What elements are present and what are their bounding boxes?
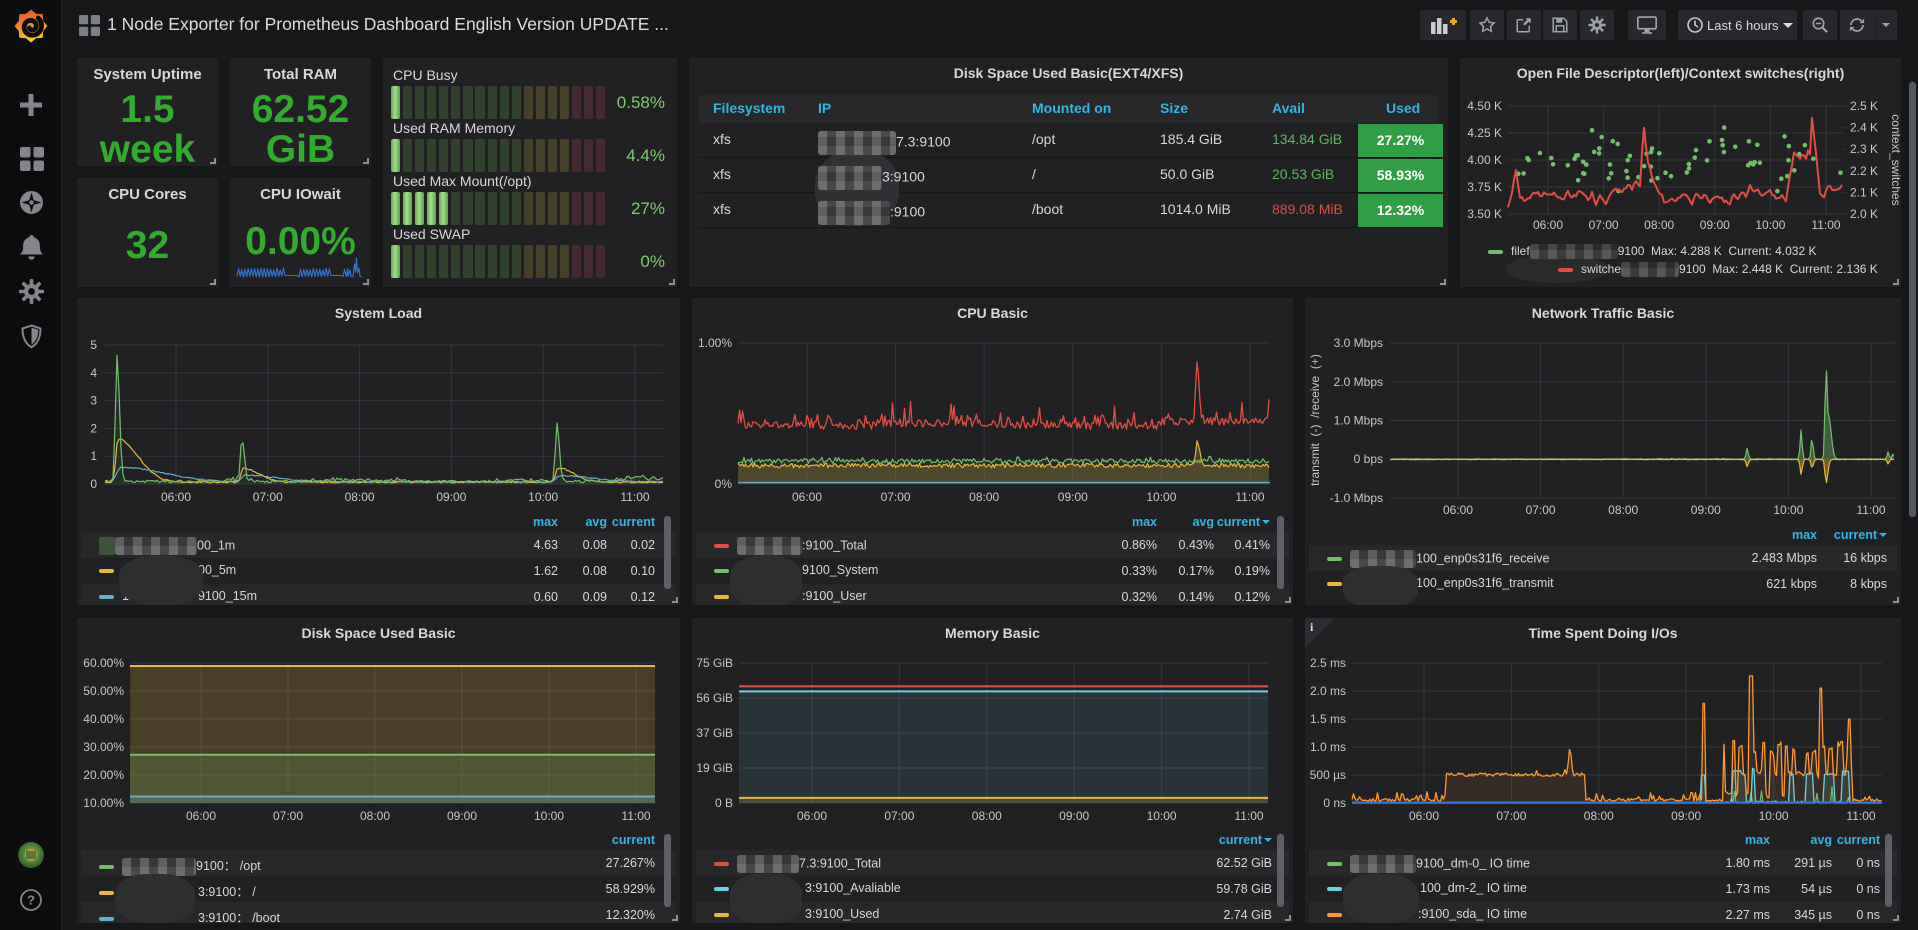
svg-text:09:00: 09:00 xyxy=(1700,218,1730,232)
svg-text:07:00: 07:00 xyxy=(1589,218,1619,232)
svg-text:75 GiB: 75 GiB xyxy=(696,656,733,670)
svg-text:10:00: 10:00 xyxy=(1147,809,1177,823)
svg-text:0: 0 xyxy=(90,477,97,491)
svg-text:2.5 K: 2.5 K xyxy=(1850,99,1878,113)
svg-text:2.0 K: 2.0 K xyxy=(1850,207,1878,221)
svg-text:11:00: 11:00 xyxy=(621,809,650,823)
svg-text:11:00: 11:00 xyxy=(1811,218,1840,232)
svg-text:2: 2 xyxy=(90,421,97,435)
svg-text:1.0 Mbps: 1.0 Mbps xyxy=(1334,414,1383,428)
svg-text:4.00 K: 4.00 K xyxy=(1467,153,1502,167)
svg-text:1.5 ms: 1.5 ms xyxy=(1310,712,1346,726)
svg-text:40.00%: 40.00% xyxy=(83,712,124,726)
svg-text:09:00: 09:00 xyxy=(436,490,466,504)
svg-text:11:00: 11:00 xyxy=(620,490,649,504)
svg-text:09:00: 09:00 xyxy=(1058,490,1088,504)
svg-text:08:00: 08:00 xyxy=(969,490,999,504)
svg-text:1.00%: 1.00% xyxy=(698,336,732,350)
svg-text:20.00%: 20.00% xyxy=(83,768,124,782)
svg-text:09:00: 09:00 xyxy=(447,809,477,823)
svg-text:1: 1 xyxy=(90,449,97,463)
svg-text:4.25 K: 4.25 K xyxy=(1467,126,1502,140)
svg-text:30.00%: 30.00% xyxy=(83,740,124,754)
svg-text:10:00: 10:00 xyxy=(1773,503,1803,517)
svg-text:2.0 Mbps: 2.0 Mbps xyxy=(1334,375,1383,389)
svg-text:4: 4 xyxy=(90,366,97,380)
svg-text:11:00: 11:00 xyxy=(1234,809,1263,823)
svg-text:06:00: 06:00 xyxy=(161,490,191,504)
svg-text:06:00: 06:00 xyxy=(186,809,216,823)
svg-text:0 bps: 0 bps xyxy=(1354,452,1383,466)
svg-text:10:00: 10:00 xyxy=(534,809,564,823)
svg-text:500 µs: 500 µs xyxy=(1310,768,1346,782)
svg-text:08:00: 08:00 xyxy=(1584,809,1614,823)
svg-text:2.5 ms: 2.5 ms xyxy=(1310,656,1346,670)
svg-text:07:00: 07:00 xyxy=(273,809,303,823)
svg-text:3.75 K: 3.75 K xyxy=(1467,180,1502,194)
svg-text:4.50 K: 4.50 K xyxy=(1467,99,1502,113)
svg-text:07:00: 07:00 xyxy=(884,809,914,823)
svg-text:3: 3 xyxy=(90,394,97,408)
svg-text:0%: 0% xyxy=(715,477,733,491)
svg-text:1.0 ms: 1.0 ms xyxy=(1310,740,1346,754)
svg-text:10:00: 10:00 xyxy=(1759,809,1789,823)
svg-text:10:00: 10:00 xyxy=(1146,490,1176,504)
svg-text:07:00: 07:00 xyxy=(881,490,911,504)
svg-text:06:00: 06:00 xyxy=(1409,809,1439,823)
svg-text:10:00: 10:00 xyxy=(528,490,558,504)
svg-text:2.0 ms: 2.0 ms xyxy=(1310,684,1346,698)
svg-text:11:00: 11:00 xyxy=(1856,503,1885,517)
svg-text:11:00: 11:00 xyxy=(1235,490,1264,504)
svg-text:11:00: 11:00 xyxy=(1846,809,1875,823)
svg-text:10:00: 10:00 xyxy=(1755,218,1785,232)
svg-text:50.00%: 50.00% xyxy=(83,684,124,698)
svg-text:09:00: 09:00 xyxy=(1059,809,1089,823)
svg-text:2.4 K: 2.4 K xyxy=(1850,121,1878,135)
svg-text:60.00%: 60.00% xyxy=(83,656,124,670)
svg-text:56 GiB: 56 GiB xyxy=(696,691,733,705)
svg-text:08:00: 08:00 xyxy=(1644,218,1674,232)
svg-text:-1.0 Mbps: -1.0 Mbps xyxy=(1330,491,1383,505)
svg-text:07:00: 07:00 xyxy=(253,490,283,504)
svg-text:0 B: 0 B xyxy=(715,796,733,810)
svg-text:08:00: 08:00 xyxy=(360,809,390,823)
svg-text:2.1 K: 2.1 K xyxy=(1850,185,1878,199)
svg-text:06:00: 06:00 xyxy=(1533,218,1563,232)
svg-text:07:00: 07:00 xyxy=(1526,503,1556,517)
svg-text:10.00%: 10.00% xyxy=(83,796,124,810)
svg-text:06:00: 06:00 xyxy=(797,809,827,823)
svg-text:2.3 K: 2.3 K xyxy=(1850,142,1878,156)
svg-text:transmit (-) /receive (+): transmit (-) /receive (+) xyxy=(1308,354,1322,486)
svg-text:5: 5 xyxy=(90,338,97,352)
svg-text:09:00: 09:00 xyxy=(1671,809,1701,823)
svg-text:08:00: 08:00 xyxy=(972,809,1002,823)
svg-text:2.2 K: 2.2 K xyxy=(1850,164,1878,178)
svg-text:06:00: 06:00 xyxy=(1443,503,1473,517)
svg-text:37 GiB: 37 GiB xyxy=(696,726,733,740)
svg-text:3.0 Mbps: 3.0 Mbps xyxy=(1334,336,1383,350)
svg-text:19 GiB: 19 GiB xyxy=(696,761,733,775)
svg-text:07:00: 07:00 xyxy=(1496,809,1526,823)
svg-text:08:00: 08:00 xyxy=(345,490,375,504)
svg-text:?: ? xyxy=(27,893,35,908)
svg-text:08:00: 08:00 xyxy=(1608,503,1638,517)
svg-text:09:00: 09:00 xyxy=(1691,503,1721,517)
svg-text:context_switches: context_switches xyxy=(1889,114,1901,205)
svg-text:0 ns: 0 ns xyxy=(1323,796,1346,810)
svg-text:3.50 K: 3.50 K xyxy=(1467,207,1502,221)
svg-text:06:00: 06:00 xyxy=(792,490,822,504)
